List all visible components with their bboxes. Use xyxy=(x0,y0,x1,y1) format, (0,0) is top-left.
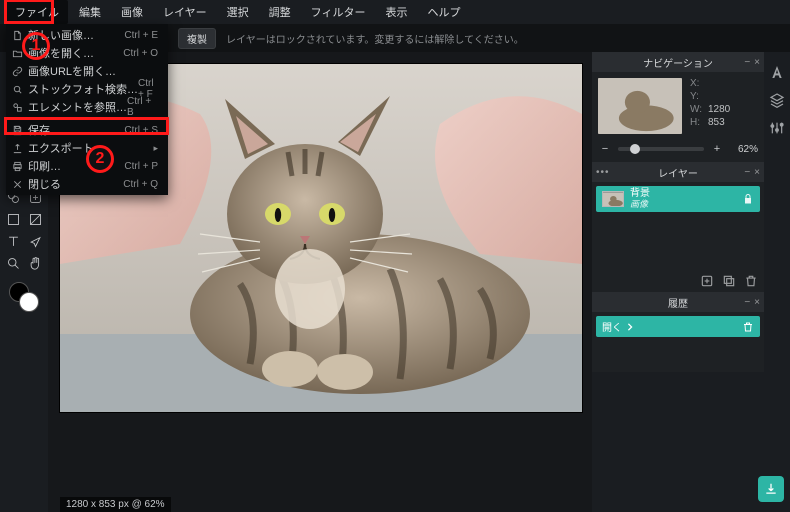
menu-item-label: 新しい画像… xyxy=(28,27,94,43)
navigation-thumbnail[interactable] xyxy=(598,78,682,134)
delete-history-icon[interactable] xyxy=(742,321,754,333)
folder-open-icon xyxy=(11,47,23,59)
menu-help[interactable]: ヘルプ xyxy=(418,0,469,24)
layers-panel-icon[interactable] xyxy=(769,92,785,108)
menu-item-label: エクスポート xyxy=(28,140,94,156)
duplicate-button[interactable]: 複製 xyxy=(178,28,216,49)
delete-layer-icon[interactable] xyxy=(744,274,758,288)
status-bar: 1280 x 853 px @ 62% xyxy=(60,497,171,512)
menu-adjust[interactable]: 調整 xyxy=(260,0,300,24)
menu-item-shortcut: Ctrl + S xyxy=(124,125,158,136)
zoom-out-button[interactable]: − xyxy=(598,142,612,156)
text-panel-icon[interactable] xyxy=(769,64,785,80)
shapes-icon xyxy=(11,101,23,113)
zoom-in-button[interactable]: + xyxy=(710,142,724,156)
layer-type: 画像 xyxy=(630,200,736,209)
adjust-panel-icon[interactable] xyxy=(769,120,785,136)
close-icon[interactable]: × xyxy=(754,297,760,308)
menu-item-label: 印刷… xyxy=(28,158,61,174)
menu-layer[interactable]: レイヤー xyxy=(154,0,216,24)
print-icon xyxy=(11,160,23,172)
download-button[interactable] xyxy=(758,476,784,502)
menu-item-shortcut: Ctrl + B xyxy=(127,96,158,118)
panel-navigation: ナビゲーション −× X: Y: W:1280 H:853 − + 62% xyxy=(592,52,764,162)
close-icon[interactable]: × xyxy=(754,57,760,68)
color-swatch[interactable] xyxy=(9,282,39,312)
file-menu-item-print[interactable]: 印刷… Ctrl + P xyxy=(6,157,168,175)
close-icon[interactable]: × xyxy=(754,167,760,178)
minimize-icon[interactable]: − xyxy=(744,57,750,68)
link-icon xyxy=(11,65,23,77)
tool-zoom[interactable] xyxy=(4,254,22,272)
lock-message: レイヤーはロックされています。変更するには解除してください。 xyxy=(226,31,524,46)
menu-item-label: エレメントを参照… xyxy=(28,99,127,115)
background-color[interactable] xyxy=(19,292,39,312)
tool-shape[interactable] xyxy=(4,210,22,228)
menu-file[interactable]: ファイル xyxy=(6,0,68,24)
download-icon xyxy=(764,482,778,496)
menu-item-label: 閉じる xyxy=(28,176,61,192)
minimize-icon[interactable]: − xyxy=(744,167,750,178)
menu-item-shortcut: Ctrl + O xyxy=(123,48,158,59)
file-menu-item-file-new[interactable]: 新しい画像… Ctrl + E xyxy=(6,26,168,44)
file-menu-item-save[interactable]: 保存… Ctrl + S xyxy=(6,121,168,139)
file-menu-item-folder-open[interactable]: 画像を開く… Ctrl + O xyxy=(6,44,168,62)
menu-select[interactable]: 選択 xyxy=(218,0,258,24)
tool-text[interactable] xyxy=(4,232,22,250)
menu-item-label: 保存… xyxy=(28,122,61,138)
lock-icon xyxy=(742,193,754,205)
search-icon xyxy=(11,83,23,95)
history-row[interactable]: 開く xyxy=(596,316,760,337)
zoom-value: 62% xyxy=(730,144,758,155)
duplicate-layer-icon[interactable] xyxy=(722,274,736,288)
navigation-info: X: Y: W:1280 H:853 xyxy=(690,78,730,134)
layer-name: 背景 xyxy=(630,189,736,200)
file-new-icon xyxy=(11,29,23,41)
file-menu-item-close[interactable]: 閉じる Ctrl + Q xyxy=(6,175,168,193)
menu-item-label: ストックフォト検索… xyxy=(28,81,138,97)
tool-hand[interactable] xyxy=(26,254,44,272)
panel-history: 履歴 −× 開く xyxy=(592,292,764,372)
menu-item-shortcut: Ctrl + E xyxy=(124,30,158,41)
layer-thumbnail xyxy=(602,191,624,207)
menu-view[interactable]: 表示 xyxy=(376,0,416,24)
panel-header-history: 履歴 −× xyxy=(592,292,764,312)
close-icon xyxy=(11,178,23,190)
zoom-slider[interactable] xyxy=(618,147,704,151)
panel-layers: ••• レイヤー −× 背景 画像 xyxy=(592,162,764,292)
panel-header-navigation: ナビゲーション −× xyxy=(592,52,764,72)
file-menu-item-export[interactable]: エクスポート ▸ xyxy=(6,139,168,157)
menu-image[interactable]: 画像 xyxy=(112,0,152,24)
add-layer-icon[interactable] xyxy=(700,274,714,288)
panel-header-layers: ••• レイヤー −× xyxy=(592,162,764,182)
file-menu-dropdown: 新しい画像… Ctrl + E 画像を開く… Ctrl + O 画像URLを開く… ストッ… xyxy=(6,24,168,195)
menubar: ファイル 編集 画像 レイヤー 選択 調整 フィルター 表示 ヘルプ xyxy=(0,0,790,24)
menu-item-label: 画像URLを開く… xyxy=(28,63,116,79)
menu-filter[interactable]: フィルター xyxy=(302,0,375,24)
tool-pen[interactable] xyxy=(26,232,44,250)
menu-item-shortcut: Ctrl + Q xyxy=(123,179,158,190)
file-menu-item-shapes[interactable]: エレメントを参照…Ctrl + B xyxy=(6,98,168,116)
chevron-right-icon: ▸ xyxy=(153,143,158,154)
save-icon xyxy=(11,124,23,136)
right-icon-bar xyxy=(764,52,790,512)
menu-item-shortcut: Ctrl + P xyxy=(124,161,158,172)
layer-row[interactable]: 背景 画像 xyxy=(596,186,760,212)
export-icon xyxy=(11,142,23,154)
menu-item-label: 画像を開く… xyxy=(28,45,94,61)
tool-gradient[interactable] xyxy=(26,210,44,228)
minimize-icon[interactable]: − xyxy=(744,297,750,308)
right-panels: ナビゲーション −× X: Y: W:1280 H:853 − + 62% xyxy=(592,52,764,512)
menu-edit[interactable]: 編集 xyxy=(70,0,110,24)
chevron-right-icon xyxy=(626,323,634,331)
more-icon[interactable]: ••• xyxy=(596,167,610,178)
